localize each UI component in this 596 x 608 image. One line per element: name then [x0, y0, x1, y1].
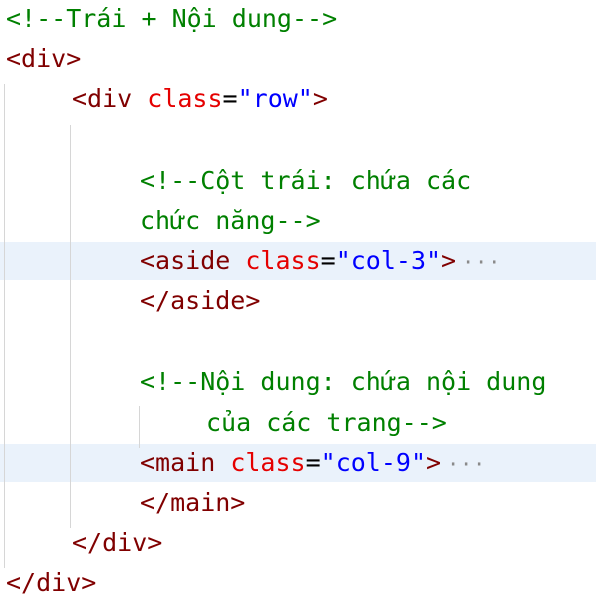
code-line[interactable]: <!--Cột trái: chứa các — [0, 162, 596, 200]
code-line-content: chức năng--> — [140, 202, 321, 240]
html-tag: <div — [72, 84, 148, 113]
code-line[interactable]: <!--Trái + Nội dung--> — [0, 0, 596, 38]
html-tag: > — [312, 84, 328, 113]
indent-guide-level-2 — [70, 125, 71, 528]
code-line-content: <!--Nội dung: chứa nội dung — [140, 363, 546, 401]
code-line-content: <!--Trái + Nội dung--> — [6, 0, 337, 38]
code-line-content: <aside class="col-3"> ··· — [140, 242, 501, 280]
comment-text: <!--Nội dung: chứa nội dung — [140, 367, 547, 396]
code-line[interactable] — [0, 323, 596, 361]
equals-sign: = — [320, 246, 336, 275]
code-line-content: </main> — [140, 484, 245, 522]
code-line[interactable]: </div> — [0, 564, 596, 602]
code-line[interactable]: <div class="row"> — [0, 80, 596, 118]
html-tag: </div> — [6, 568, 97, 597]
comment-text: của các trang--> — [206, 408, 447, 437]
code-line[interactable]: <main class="col-9"> ··· — [0, 444, 596, 482]
html-tag: > — [441, 246, 457, 275]
html-tag: <div> — [6, 44, 82, 73]
code-line[interactable]: <aside class="col-3"> ··· — [0, 242, 596, 280]
code-line-content: của các trang--> — [206, 404, 447, 442]
html-tag: <main — [140, 448, 231, 477]
fold-ellipsis-icon[interactable]: ··· — [447, 452, 486, 476]
code-line[interactable]: </aside> — [0, 282, 596, 320]
code-line[interactable]: </div> — [0, 524, 596, 562]
indent-guide-level-3 — [139, 406, 140, 448]
comment-text: <!--Trái + Nội dung--> — [6, 4, 338, 33]
attribute-name: class — [147, 84, 223, 113]
attribute-name: class — [230, 448, 306, 477]
html-tag: </aside> — [140, 286, 261, 315]
code-line-content: <div> — [6, 40, 81, 78]
attribute-value: "row" — [237, 84, 313, 113]
html-tag: </div> — [72, 528, 163, 557]
code-line-content: </aside> — [140, 282, 260, 320]
html-tag: </main> — [140, 488, 246, 517]
attribute-name: class — [245, 246, 321, 275]
indent-guide-level-1 — [4, 84, 5, 568]
code-line[interactable]: chức năng--> — [0, 202, 596, 240]
code-line-content: </div> — [6, 564, 96, 602]
comment-text: chức năng--> — [140, 206, 321, 235]
code-line-content: </div> — [72, 524, 162, 562]
html-tag: <aside — [140, 246, 246, 275]
code-line[interactable] — [0, 121, 596, 159]
code-line-content: <div class="row"> — [72, 80, 328, 118]
attribute-value: "col-9" — [320, 448, 426, 477]
code-line[interactable]: </main> — [0, 484, 596, 522]
equals-sign: = — [305, 448, 321, 477]
code-line-content: <!--Cột trái: chứa các — [140, 162, 471, 200]
code-line[interactable]: của các trang--> — [0, 404, 596, 442]
comment-text: <!--Cột trái: chứa các — [140, 166, 472, 195]
code-line[interactable]: <!--Nội dung: chứa nội dung — [0, 363, 596, 401]
code-line[interactable]: <div> — [0, 40, 596, 78]
html-tag: > — [426, 448, 442, 477]
code-line-content: <main class="col-9"> ··· — [140, 444, 486, 482]
fold-ellipsis-icon[interactable]: ··· — [462, 250, 501, 274]
code-editor[interactable]: <!--Trái + Nội dung--> <div> <div class="r… — [0, 0, 596, 608]
attribute-value: "col-3" — [335, 246, 442, 275]
equals-sign: = — [222, 84, 238, 113]
